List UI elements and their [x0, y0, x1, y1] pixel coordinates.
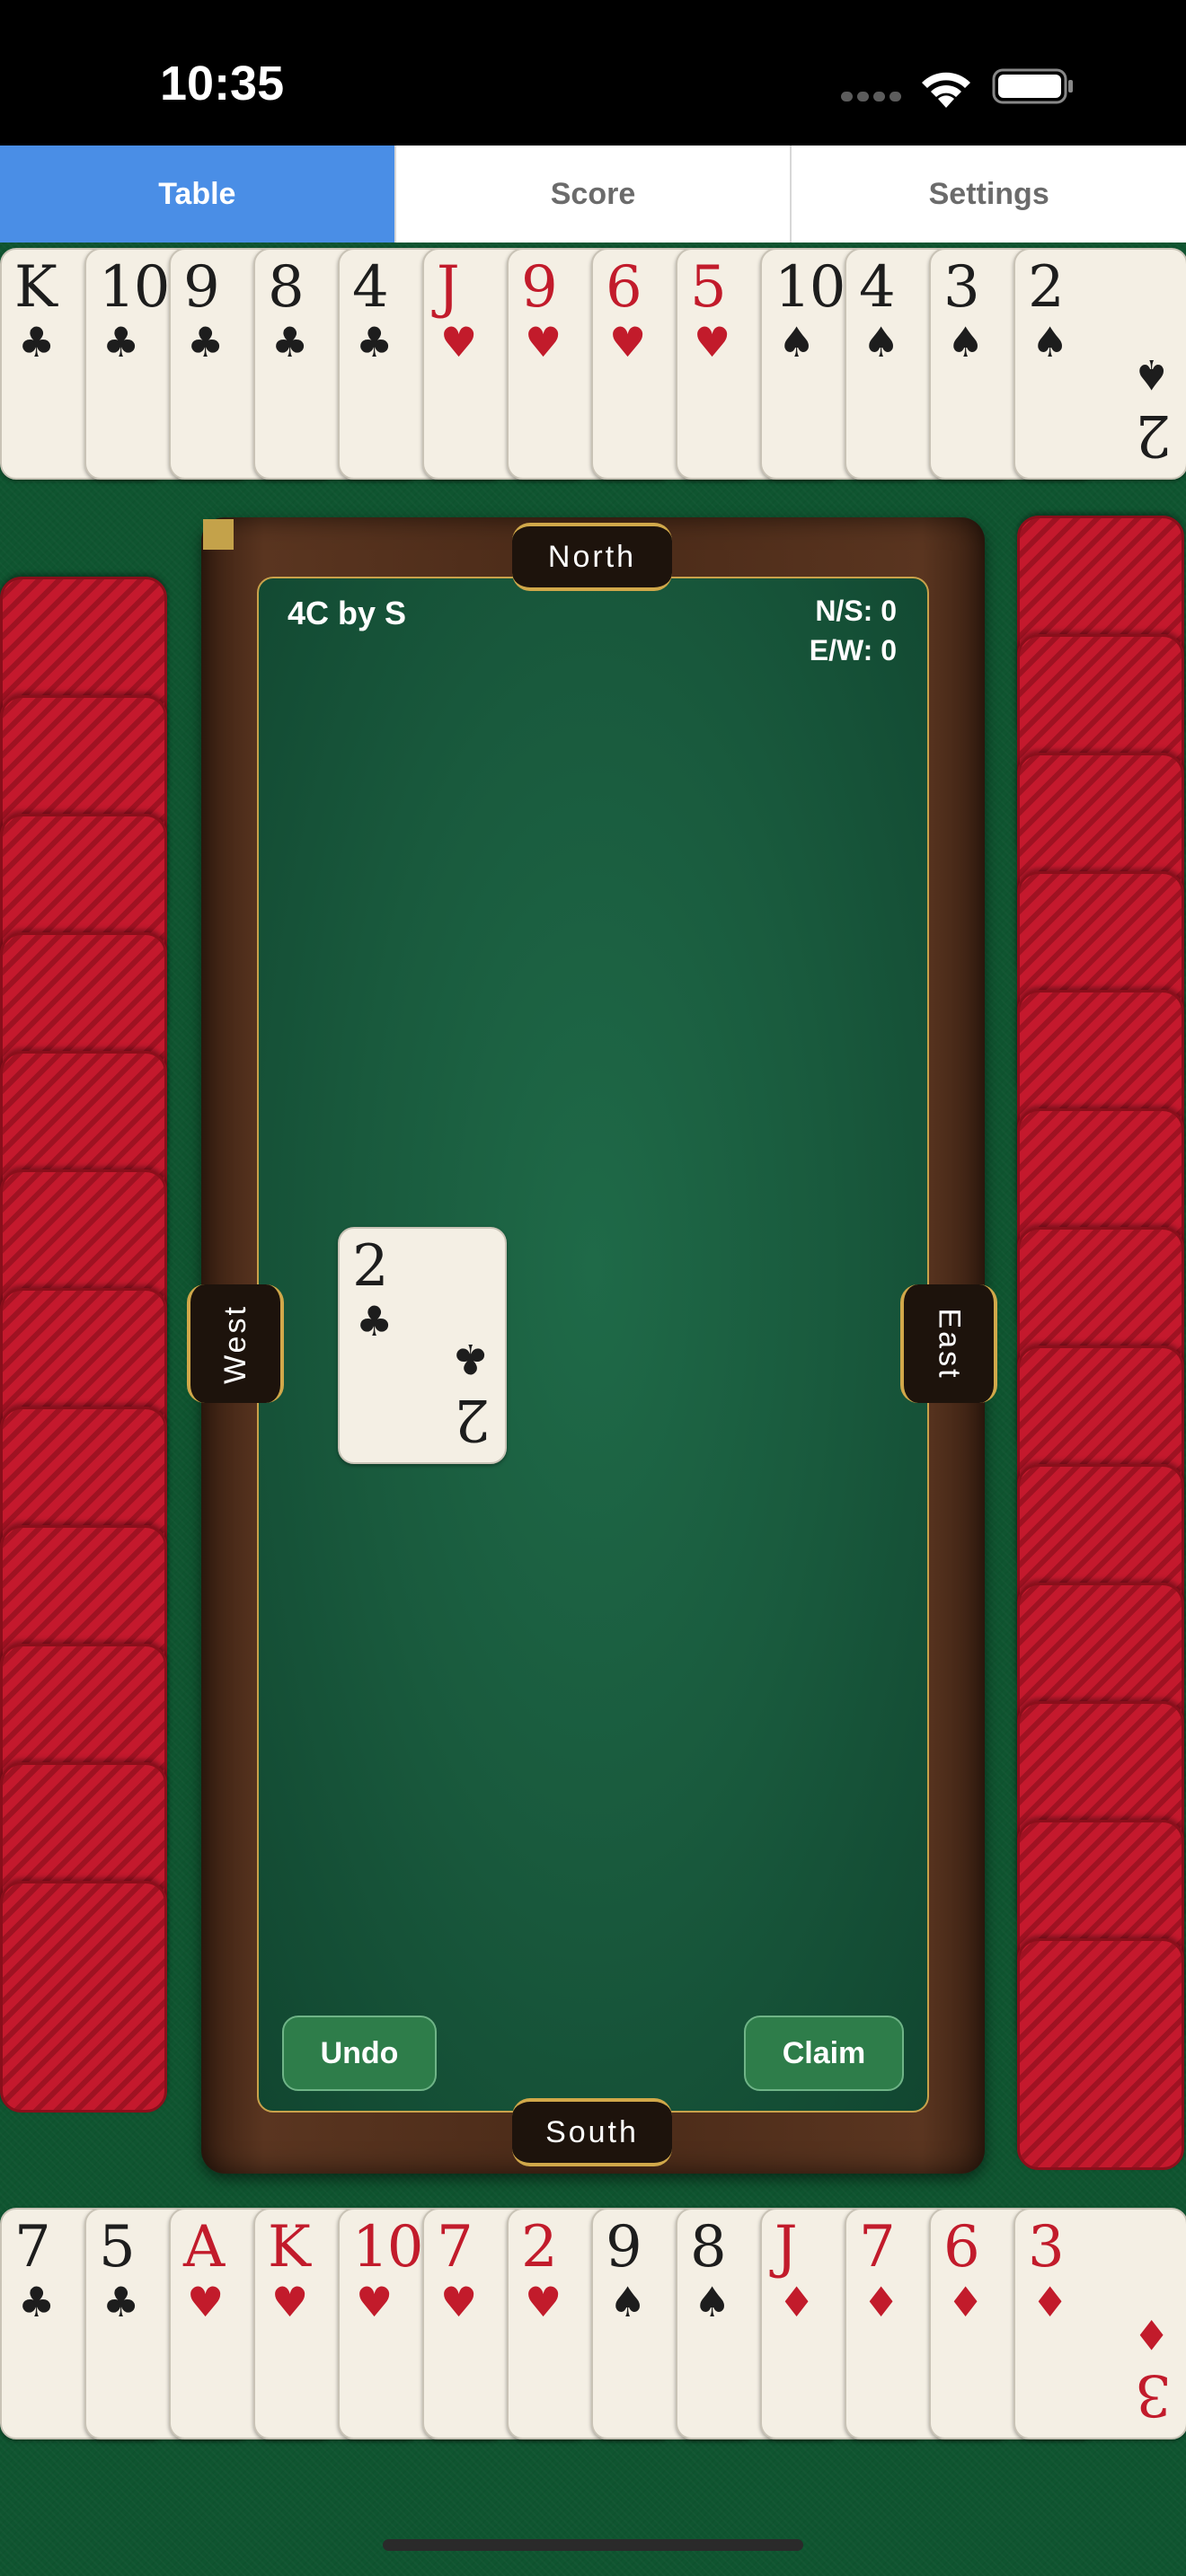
tab-settings[interactable]: Settings	[790, 146, 1186, 243]
club-icon: ♣	[271, 318, 309, 366]
played-card-west: 2 ♣ ♣ 2	[338, 1227, 507, 1464]
tab-bar: Table Score Settings	[0, 146, 1186, 245]
spade-icon: ♠	[863, 318, 900, 366]
home-indicator[interactable]	[383, 2539, 803, 2551]
seat-east: East	[900, 1284, 997, 1403]
tab-score[interactable]: Score	[394, 146, 791, 243]
score-ns: N/S: 0	[815, 595, 897, 627]
card-rank-inverted: 2	[1135, 401, 1172, 468]
club-icon: ♣	[18, 2278, 56, 2326]
card-rank: 2	[521, 2214, 558, 2280]
cellular-signal-icon	[857, 92, 869, 101]
seat-south-label: South	[545, 2114, 639, 2149]
card-rank: 4	[859, 254, 896, 321]
spade-icon: ♠	[609, 2278, 647, 2326]
seat-west: West	[187, 1284, 284, 1403]
diamond-icon: ♦	[947, 2278, 985, 2326]
card-rank: 9	[183, 254, 220, 321]
spade-icon: ♠	[1132, 350, 1170, 399]
card-rank: 7	[14, 2214, 51, 2280]
claim-button[interactable]: Claim	[744, 2016, 904, 2091]
card-rank: 2	[1028, 254, 1065, 321]
cellular-signal-icon	[873, 92, 885, 101]
club-icon: ♣	[102, 2278, 140, 2326]
card-back	[1017, 1938, 1184, 2170]
card-rank: J	[437, 254, 460, 321]
heart-icon: ♥	[525, 2278, 562, 2326]
card-rank: K	[14, 254, 58, 321]
heart-icon: ♥	[271, 2278, 309, 2326]
heart-icon: ♥	[694, 318, 731, 366]
seat-east-label: East	[932, 1307, 967, 1381]
heart-icon: ♥	[609, 318, 647, 366]
card-rank: 6	[943, 2214, 980, 2280]
card-rank: 2	[352, 1233, 389, 1300]
card-rank: 5	[690, 254, 727, 321]
diamond-icon: ♦	[863, 2278, 900, 2326]
status-time: 10:35	[160, 57, 285, 110]
club-icon: ♣	[451, 1335, 489, 1383]
diamond-icon: ♦	[778, 2278, 816, 2326]
card-rank: 10	[99, 254, 170, 321]
wifi-icon	[922, 72, 970, 108]
heart-icon: ♥	[440, 2278, 478, 2326]
club-icon: ♣	[18, 318, 56, 366]
table-corner-marker	[203, 519, 234, 550]
seat-north: North	[512, 523, 672, 591]
card-rank: 5	[99, 2214, 136, 2280]
undo-button[interactable]: Undo	[282, 2016, 437, 2091]
card-rank: K	[268, 2214, 311, 2280]
card-rank: 4	[352, 254, 389, 321]
spade-icon: ♠	[947, 318, 985, 366]
card-rank: 7	[437, 2214, 474, 2280]
spade-icon: ♠	[694, 2278, 731, 2326]
north-hand-card[interactable]: 2 ♠ ♠ 2	[1013, 248, 1186, 480]
seat-south: South	[512, 2098, 672, 2166]
club-icon: ♣	[102, 318, 140, 366]
card-rank-inverted: 3	[1135, 2361, 1172, 2428]
card-rank: 9	[521, 254, 558, 321]
card-rank: 6	[606, 254, 642, 321]
heart-icon: ♥	[440, 318, 478, 366]
card-rank: 10	[774, 254, 845, 321]
card-rank: 9	[606, 2214, 642, 2280]
heart-icon: ♥	[356, 2278, 394, 2326]
seat-west-label: West	[217, 1303, 252, 1384]
card-rank: 3	[943, 254, 980, 321]
card-rank: 8	[690, 2214, 727, 2280]
card-rank: 8	[268, 254, 305, 321]
card-rank: 7	[859, 2214, 896, 2280]
card-rank: J	[774, 2214, 798, 2280]
card-rank: A	[183, 2214, 225, 2280]
card-rank: 3	[1028, 2214, 1065, 2280]
club-icon: ♣	[187, 318, 225, 366]
club-icon: ♣	[356, 318, 394, 366]
tab-table[interactable]: Table	[0, 146, 394, 243]
status-bar: 10:35	[0, 0, 1186, 146]
south-hand-card[interactable]: 3 ♦ ♦ 3	[1013, 2208, 1186, 2439]
card-rank: 10	[352, 2214, 423, 2280]
cellular-signal-icon	[890, 92, 901, 101]
spade-icon: ♠	[778, 318, 816, 366]
card-back	[0, 1881, 167, 2113]
heart-icon: ♥	[187, 2278, 225, 2326]
club-icon: ♣	[356, 1297, 394, 1345]
heart-icon: ♥	[525, 318, 562, 366]
diamond-icon: ♦	[1132, 2310, 1170, 2359]
cellular-signal-icon	[841, 92, 853, 101]
card-rank-inverted: 2	[454, 1386, 491, 1452]
score-ew: E/W: 0	[809, 634, 897, 666]
diamond-icon: ♦	[1031, 2278, 1069, 2326]
spade-icon: ♠	[1031, 318, 1069, 366]
battery-icon	[992, 68, 1073, 104]
contract-label: 4C by S	[288, 595, 407, 631]
seat-north-label: North	[547, 539, 637, 574]
